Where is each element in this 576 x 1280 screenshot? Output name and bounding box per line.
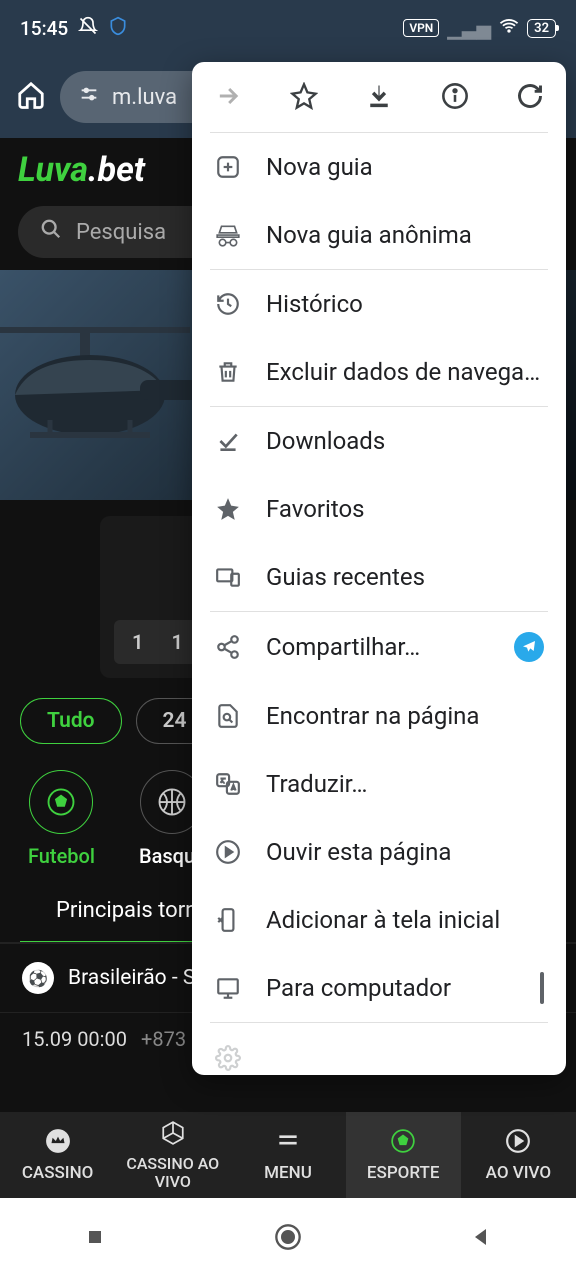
history-icon xyxy=(214,291,242,317)
recent-apps-button[interactable] xyxy=(83,1225,107,1253)
crown-icon xyxy=(45,1128,71,1159)
menu-item-bookmarks[interactable]: Favoritos xyxy=(192,475,566,543)
menu-item-label: Histórico xyxy=(266,290,544,318)
system-nav xyxy=(0,1198,576,1280)
menu-item-new-tab[interactable]: Nova guia xyxy=(192,133,566,201)
menu-item-label: Nova guia xyxy=(266,153,544,181)
plus-square-icon xyxy=(214,154,242,180)
nav-cassino-vivo[interactable]: CASSINO AOVIVO xyxy=(115,1112,230,1198)
desktop-icon xyxy=(214,975,242,1001)
soccer-icon xyxy=(29,770,93,834)
telegram-icon xyxy=(514,632,544,662)
gear-icon xyxy=(214,1045,242,1071)
menu-item-history[interactable]: Histórico xyxy=(192,270,566,338)
browser-overflow-menu: Nova guia Nova guia anônima Histórico Ex… xyxy=(192,62,566,1075)
menu-item-label: Guias recentes xyxy=(266,563,544,591)
menu-item-label: Traduzir… xyxy=(266,770,544,798)
info-button[interactable] xyxy=(441,82,469,114)
url-text: m.luva xyxy=(112,85,177,110)
menu-item-settings[interactable] xyxy=(192,1023,566,1075)
soccer-icon xyxy=(390,1128,416,1159)
menu-item-label: Nova guia anônima xyxy=(266,221,544,249)
devices-icon xyxy=(214,564,242,590)
menu-top-actions xyxy=(192,62,566,132)
status-bar: 15:45 VPN ▁▃▅ 32 xyxy=(0,0,576,56)
tune-icon xyxy=(78,83,100,111)
play-circle-icon xyxy=(214,839,242,865)
logo-part-b: .bet xyxy=(88,150,145,190)
menu-item-translate[interactable]: Traduzir… xyxy=(192,750,566,818)
menu-item-label: Adicionar à tela inicial xyxy=(266,906,544,934)
nav-esporte[interactable]: ESPORTE xyxy=(346,1112,461,1198)
score-1: 1 xyxy=(132,630,143,654)
bookmark-button[interactable] xyxy=(290,82,318,114)
trash-icon xyxy=(214,359,242,385)
bell-off-icon xyxy=(78,16,98,41)
search-placeholder: Pesquisa xyxy=(76,220,166,245)
forward-button[interactable] xyxy=(214,82,242,114)
star-icon xyxy=(214,496,242,522)
menu-item-share[interactable]: Compartilhar… xyxy=(192,612,566,682)
add-to-home-icon xyxy=(214,907,242,933)
logo-part-a: Luva xyxy=(18,150,88,190)
sport-item-futebol[interactable]: Futebol xyxy=(28,770,95,868)
nav-label: AO VIVO xyxy=(486,1163,551,1183)
clock: 15:45 xyxy=(20,17,68,40)
bottom-nav: CASSINO CASSINO AOVIVO MENU ESPORTE AO V… xyxy=(0,1112,576,1198)
menu-item-label: Favoritos xyxy=(266,495,544,523)
vpn-badge: VPN xyxy=(403,19,439,37)
menu-item-recent-tabs[interactable]: Guias recentes xyxy=(192,543,566,611)
menu-item-downloads[interactable]: Downloads xyxy=(192,407,566,475)
play-circle-icon xyxy=(505,1128,531,1159)
battery-icon: 32 xyxy=(527,19,556,38)
menu-item-add-home[interactable]: Adicionar à tela inicial xyxy=(192,886,566,954)
menu-item-desktop-site[interactable]: Para computador xyxy=(192,954,566,1022)
home-button[interactable] xyxy=(274,1223,302,1255)
menu-item-clear-data[interactable]: Excluir dados de navega… xyxy=(192,338,566,406)
menu-item-label: Encontrar na página xyxy=(266,702,544,730)
incognito-icon xyxy=(214,222,242,248)
refresh-button[interactable] xyxy=(516,82,544,114)
nav-label: MENU xyxy=(264,1163,312,1183)
back-button[interactable] xyxy=(469,1225,493,1253)
download-done-icon xyxy=(214,428,242,454)
nav-cassino[interactable]: CASSINO xyxy=(0,1112,115,1198)
menu-item-label: Downloads xyxy=(266,427,544,455)
match-date: 15.09 00:00 xyxy=(22,1027,127,1051)
shield-icon xyxy=(108,16,128,41)
download-button[interactable] xyxy=(365,82,393,114)
menu-item-label: Compartilhar… xyxy=(266,633,490,661)
nav-label: ESPORTE xyxy=(367,1163,440,1183)
search-icon xyxy=(40,218,62,246)
score-2: 1 xyxy=(171,630,182,654)
dice-icon xyxy=(160,1120,186,1151)
sport-label: Futebol xyxy=(28,844,95,868)
share-icon xyxy=(214,634,242,660)
nav-label: CASSINO AOVIVO xyxy=(126,1155,219,1190)
signal-icon: ▁▃▅ xyxy=(447,17,491,40)
home-icon[interactable] xyxy=(16,80,46,114)
menu-item-label: Para computador xyxy=(266,974,516,1002)
menu-icon xyxy=(275,1128,301,1159)
brazil-flag-icon: ⚽ xyxy=(22,962,54,994)
nav-aovivo[interactable]: AO VIVO xyxy=(461,1112,576,1198)
nav-label: CASSINO xyxy=(22,1163,94,1183)
menu-item-incognito[interactable]: Nova guia anônima xyxy=(192,201,566,269)
menu-item-find[interactable]: Encontrar na página xyxy=(192,682,566,750)
filter-chip-all[interactable]: Tudo xyxy=(20,698,122,744)
menu-item-label: Ouvir esta página xyxy=(266,838,544,866)
find-in-page-icon xyxy=(214,703,242,729)
menu-item-label: Excluir dados de navega… xyxy=(266,358,544,386)
translate-icon xyxy=(214,771,242,797)
wifi-icon xyxy=(499,16,519,41)
nav-menu[interactable]: MENU xyxy=(230,1112,345,1198)
checkbox[interactable] xyxy=(540,974,544,1002)
menu-item-listen[interactable]: Ouvir esta página xyxy=(192,818,566,886)
match-extra: +873 xyxy=(141,1027,186,1051)
